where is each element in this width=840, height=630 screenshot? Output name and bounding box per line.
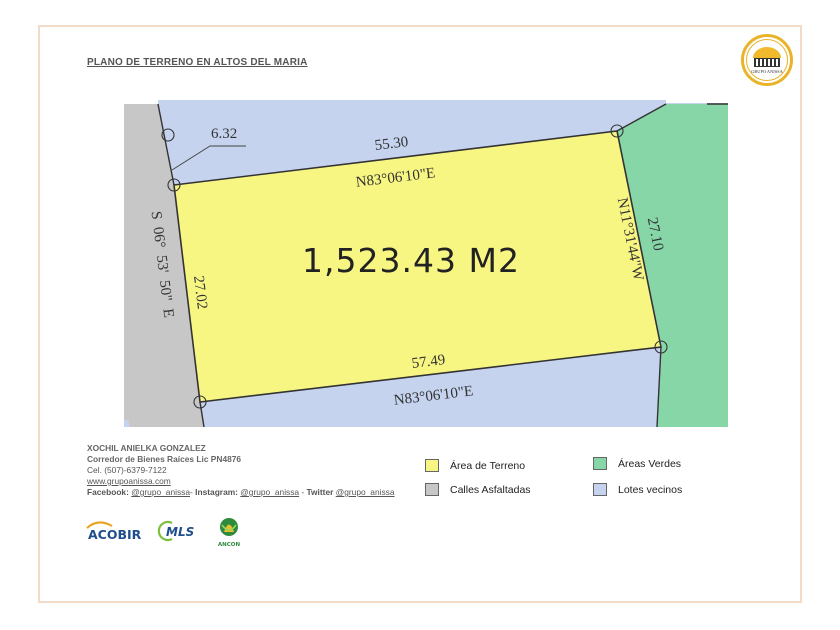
logo-text: GRUPO ANISSA xyxy=(751,69,783,74)
website-link[interactable]: www.grupoanissa.com xyxy=(87,476,395,487)
legend-swatch xyxy=(425,483,439,496)
page-title: PLANO DE TERRENO EN ALTOS DEL MARIA xyxy=(87,57,308,68)
site-plan: 6.32 55.30 N83°06'10"E 57.49 N83°06'10"E… xyxy=(124,100,728,427)
area-label: 1,523.43 M2 xyxy=(302,241,520,280)
legend-swatch xyxy=(593,457,607,470)
mls-logo: MLS xyxy=(157,520,194,542)
legend-swatch xyxy=(593,483,607,496)
twitter-link[interactable]: @grupo_anissa xyxy=(336,487,395,497)
twitter-label: Twitter xyxy=(306,487,334,497)
legend-label: Calles Asfaltadas xyxy=(450,483,531,496)
instagram-label: Instagram: xyxy=(195,487,238,497)
ancon-logo-text: ANCON xyxy=(218,542,241,548)
facebook-label: Facebook: xyxy=(87,487,129,497)
acobir-logo-text: ACOBIR xyxy=(88,527,142,542)
facebook-link[interactable]: @grupo_anissa xyxy=(131,487,190,497)
agent-phone: Cel. (507)-6379-7122 xyxy=(87,465,167,475)
legend-label: Área de Terreno xyxy=(450,459,526,472)
ancon-logo: ANCON xyxy=(218,518,241,548)
social-links: Facebook: @grupo_anissa- Instagram: @gru… xyxy=(87,487,395,497)
agent-license: Corredor de Bienes Raíces Lic PN4876 xyxy=(87,454,242,464)
mls-logo-text: MLS xyxy=(166,525,194,539)
agent-name: XOCHIL ANIELKA GONZALEZ xyxy=(87,443,206,453)
grupo-anissa-logo: GRUPO ANISSA xyxy=(741,34,793,86)
legend-label: Lotes vecinos xyxy=(618,483,683,496)
partner-logos: ACOBIR MLS ANCON xyxy=(86,518,241,548)
legend-item-verdes: Áreas Verdes xyxy=(593,457,681,470)
legend-label: Áreas Verdes xyxy=(618,457,682,470)
corner-offset-label: 6.32 xyxy=(211,126,237,142)
legend-item-terreno: Área de Terreno xyxy=(425,459,525,472)
legend-item-vecinos: Lotes vecinos xyxy=(593,483,682,496)
instagram-link[interactable]: @grupo_anissa xyxy=(240,487,299,497)
legend-swatch xyxy=(425,459,439,472)
acobir-logo: ACOBIR xyxy=(86,521,142,542)
legend-item-calles: Calles Asfaltadas xyxy=(425,483,531,496)
contact-info: XOCHIL ANIELKA GONZALEZ Corredor de Bien… xyxy=(87,443,395,498)
